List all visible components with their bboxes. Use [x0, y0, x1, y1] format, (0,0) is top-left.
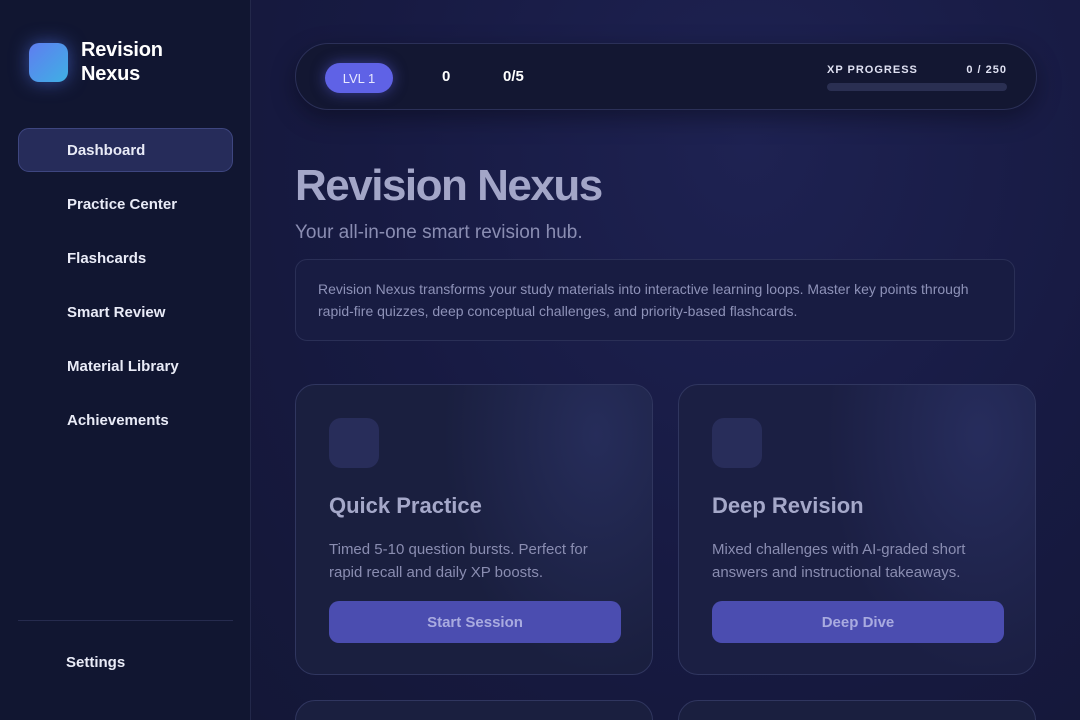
sidebar-item-label: Practice Center — [67, 195, 178, 213]
xp-stat: 0 — [442, 68, 451, 85]
sidebar-item-dashboard[interactable]: Dashboard — [18, 128, 233, 172]
start-session-button[interactable]: Start Session — [329, 601, 621, 643]
sidebar-item-label: Achievements — [67, 411, 169, 429]
sidebar-divider — [18, 620, 233, 621]
deep-dive-button[interactable]: Deep Dive — [712, 601, 1004, 643]
sidebar-item-material-library[interactable]: Material Library — [18, 344, 233, 388]
card-description: Timed 5-10 question bursts. Perfect for … — [329, 541, 588, 581]
sidebar-item-practice-center[interactable]: Practice Center — [18, 182, 233, 226]
next-card-peek — [295, 700, 653, 720]
sidebar-item-label: Smart Review — [67, 303, 166, 321]
card-title: Deep Revision — [712, 493, 864, 518]
brand[interactable]: Revision Nexus — [29, 38, 191, 86]
sidebar-item-label: Material Library — [67, 357, 179, 375]
intro-description: Revision Nexus transforms your study mat… — [295, 259, 1015, 341]
app-root: Revision Nexus Dashboard Practice Center… — [0, 0, 1080, 720]
sidebar-item-label: Flashcards — [67, 249, 147, 267]
sidebar-item-label: Dashboard — [67, 141, 146, 159]
deep-revision-card: Deep Revision Mixed challenges with AI-g… — [678, 384, 1036, 675]
sidebar-nav: Dashboard Practice Center Flashcards Sma… — [18, 128, 233, 452]
level-badge: LVL 1 — [325, 63, 393, 93]
brand-name: Revision Nexus — [81, 39, 163, 85]
card-title: Quick Practice — [329, 493, 482, 518]
brand-logo-icon — [29, 42, 68, 82]
xp-progress-bar — [827, 83, 1007, 91]
sidebar-item-smart-review[interactable]: Smart Review — [18, 290, 233, 334]
next-card-peek — [678, 700, 1036, 720]
xp-progress-count: 0 / 250 — [966, 64, 1007, 76]
goal-stat: 0/5 — [503, 68, 524, 85]
lightning-icon — [329, 418, 379, 468]
page-subtitle: Your all-in-one smart revision hub. — [295, 222, 583, 243]
sidebar: Revision Nexus Dashboard Practice Center… — [0, 0, 251, 720]
main-content: LVL 1 0 0/5 XP PROGRESS 0 / 250 Revision… — [251, 0, 1080, 720]
stats-bar: LVL 1 0 0/5 XP PROGRESS 0 / 250 — [295, 43, 1037, 110]
sidebar-item-label: Settings — [66, 653, 126, 671]
sidebar-item-achievements[interactable]: Achievements — [18, 398, 233, 442]
xp-progress-label: XP PROGRESS — [827, 64, 918, 76]
quick-practice-card: Quick Practice Timed 5-10 question burst… — [295, 384, 653, 675]
page-title: Revision Nexus — [295, 161, 603, 210]
card-description: Mixed challenges with AI-graded short an… — [712, 541, 966, 581]
brain-icon — [712, 418, 762, 468]
sidebar-item-settings[interactable]: Settings — [18, 640, 233, 684]
sidebar-item-flashcards[interactable]: Flashcards — [18, 236, 233, 280]
